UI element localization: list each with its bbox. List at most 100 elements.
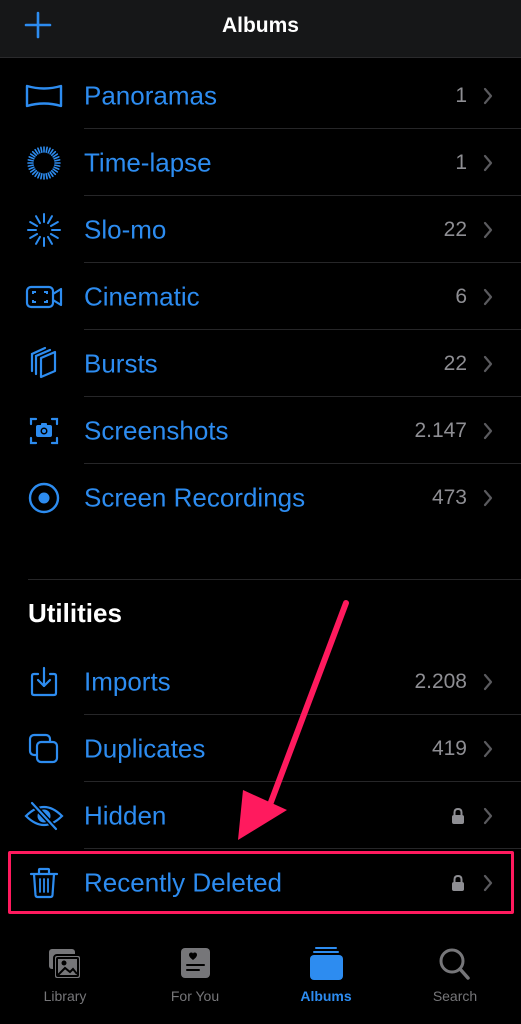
icon-tick xyxy=(53,158,61,162)
album-label: Panoramas xyxy=(84,80,217,110)
tab-bar: Library For You Albums Search xyxy=(0,920,521,1024)
tab-library[interactable]: Library xyxy=(15,946,115,1006)
section-separator xyxy=(28,579,521,580)
tab-albums[interactable]: Albums xyxy=(276,946,376,1006)
albums-icon xyxy=(310,947,343,980)
album-label: Screen Recordings xyxy=(84,482,306,512)
album-row-bursts[interactable]: Bursts 22 xyxy=(0,330,521,397)
bursts-icon xyxy=(22,346,66,382)
icon-tick xyxy=(53,165,60,170)
utility-label: Duplicates xyxy=(84,733,206,763)
icon-tick xyxy=(27,158,35,162)
timelapse-icon xyxy=(22,145,66,181)
utility-row-imports[interactable]: Imports 2.208 xyxy=(0,648,521,715)
navigation-bar: Albums xyxy=(0,0,521,58)
utility-count: 2.208 xyxy=(414,669,467,693)
icon-tick xyxy=(31,150,38,156)
icon-tick xyxy=(35,214,41,224)
icon-tick xyxy=(34,148,39,155)
album-row-screen-recordings[interactable]: Screen Recordings 473 xyxy=(0,464,521,531)
icon-tick xyxy=(37,171,41,179)
for-you-icon xyxy=(181,948,210,978)
icon-tick xyxy=(28,165,35,170)
icon-tick xyxy=(53,155,60,160)
album-label: Slo-mo xyxy=(84,214,167,244)
icon-tick xyxy=(50,150,57,156)
tab-label: For You xyxy=(170,988,220,1004)
album-count: 473 xyxy=(431,485,467,509)
icon-tick xyxy=(47,171,51,179)
duplicates-icon xyxy=(22,731,66,767)
chevron-right-icon xyxy=(483,87,493,104)
photo-library-icon xyxy=(49,949,82,980)
album-label: Screenshots xyxy=(84,415,229,445)
album-count: 22 xyxy=(443,351,467,375)
tab-label: Library xyxy=(43,988,87,1004)
chevron-right-icon xyxy=(483,221,493,238)
icon-tick xyxy=(49,148,54,155)
eye-slash-icon xyxy=(22,798,66,834)
album-count: 6 xyxy=(455,284,467,308)
utility-label: Imports xyxy=(84,666,171,696)
icon-tick xyxy=(53,163,61,167)
utility-label: Recently Deleted xyxy=(84,867,282,897)
album-count: 1 xyxy=(455,83,467,107)
tab-for-you[interactable]: For You xyxy=(145,946,245,1006)
album-row-screenshots[interactable]: Screenshots 2.147 xyxy=(0,397,521,464)
icon-tick xyxy=(35,235,41,245)
icon-tick xyxy=(47,214,53,224)
icon-tick xyxy=(52,167,59,173)
album-row-slo-mo[interactable]: Slo-mo 22 xyxy=(0,196,521,263)
album-label: Cinematic xyxy=(84,281,200,311)
utility-count: 419 xyxy=(431,736,467,760)
album-count: 22 xyxy=(443,217,467,241)
add-album-button[interactable] xyxy=(24,11,52,39)
icon-tick xyxy=(27,163,35,167)
section-title-utilities: Utilities xyxy=(28,598,122,628)
utility-row-recently-deleted[interactable]: Recently Deleted xyxy=(0,849,521,916)
icon-tick xyxy=(29,167,36,173)
icon-tick xyxy=(29,220,39,227)
icon-tick xyxy=(47,235,53,245)
icon-tick xyxy=(31,169,38,175)
import-icon xyxy=(22,664,66,700)
icon-tick xyxy=(40,146,43,153)
icon-tick xyxy=(29,232,39,239)
search-icon xyxy=(439,948,470,980)
chevron-right-icon xyxy=(483,673,493,690)
utility-row-duplicates[interactable]: Duplicates 419 xyxy=(0,715,521,782)
chevron-right-icon xyxy=(483,807,493,824)
screen-recording-icon xyxy=(22,480,66,516)
chevron-right-icon xyxy=(483,154,493,171)
icon-tick xyxy=(52,152,59,158)
album-count: 1 xyxy=(455,150,467,174)
icon-tick xyxy=(47,146,51,154)
icon-tick xyxy=(37,146,41,154)
icon-tick xyxy=(50,169,57,175)
album-row-time-lapse[interactable]: Time-lapse 1 xyxy=(0,129,521,196)
chevron-right-icon xyxy=(483,489,493,506)
utility-label: Hidden xyxy=(84,800,167,830)
icon-tick xyxy=(49,232,59,239)
album-label: Time-lapse xyxy=(84,147,212,177)
icon-tick xyxy=(29,152,36,158)
album-row-panoramas[interactable]: Panoramas 1 xyxy=(0,62,521,129)
chevron-right-icon xyxy=(483,355,493,372)
lock-icon xyxy=(452,807,464,824)
cinematic-icon xyxy=(22,279,66,315)
chevron-right-icon xyxy=(483,288,493,305)
plus-icon xyxy=(24,11,52,39)
chevron-right-icon xyxy=(483,874,493,891)
album-count: 2.147 xyxy=(414,418,467,442)
icon-tick xyxy=(40,172,43,179)
trash-icon xyxy=(22,865,66,901)
lock-icon xyxy=(452,874,464,891)
icon-tick xyxy=(49,170,54,177)
icon-tick xyxy=(49,220,59,227)
page-title: Albums xyxy=(221,14,299,37)
tab-search[interactable]: Search xyxy=(405,946,505,1006)
icon-tick xyxy=(45,146,48,153)
utility-row-hidden[interactable]: Hidden xyxy=(0,782,521,849)
album-row-cinematic[interactable]: Cinematic 6 xyxy=(0,263,521,330)
tab-label: Search xyxy=(432,988,478,1004)
